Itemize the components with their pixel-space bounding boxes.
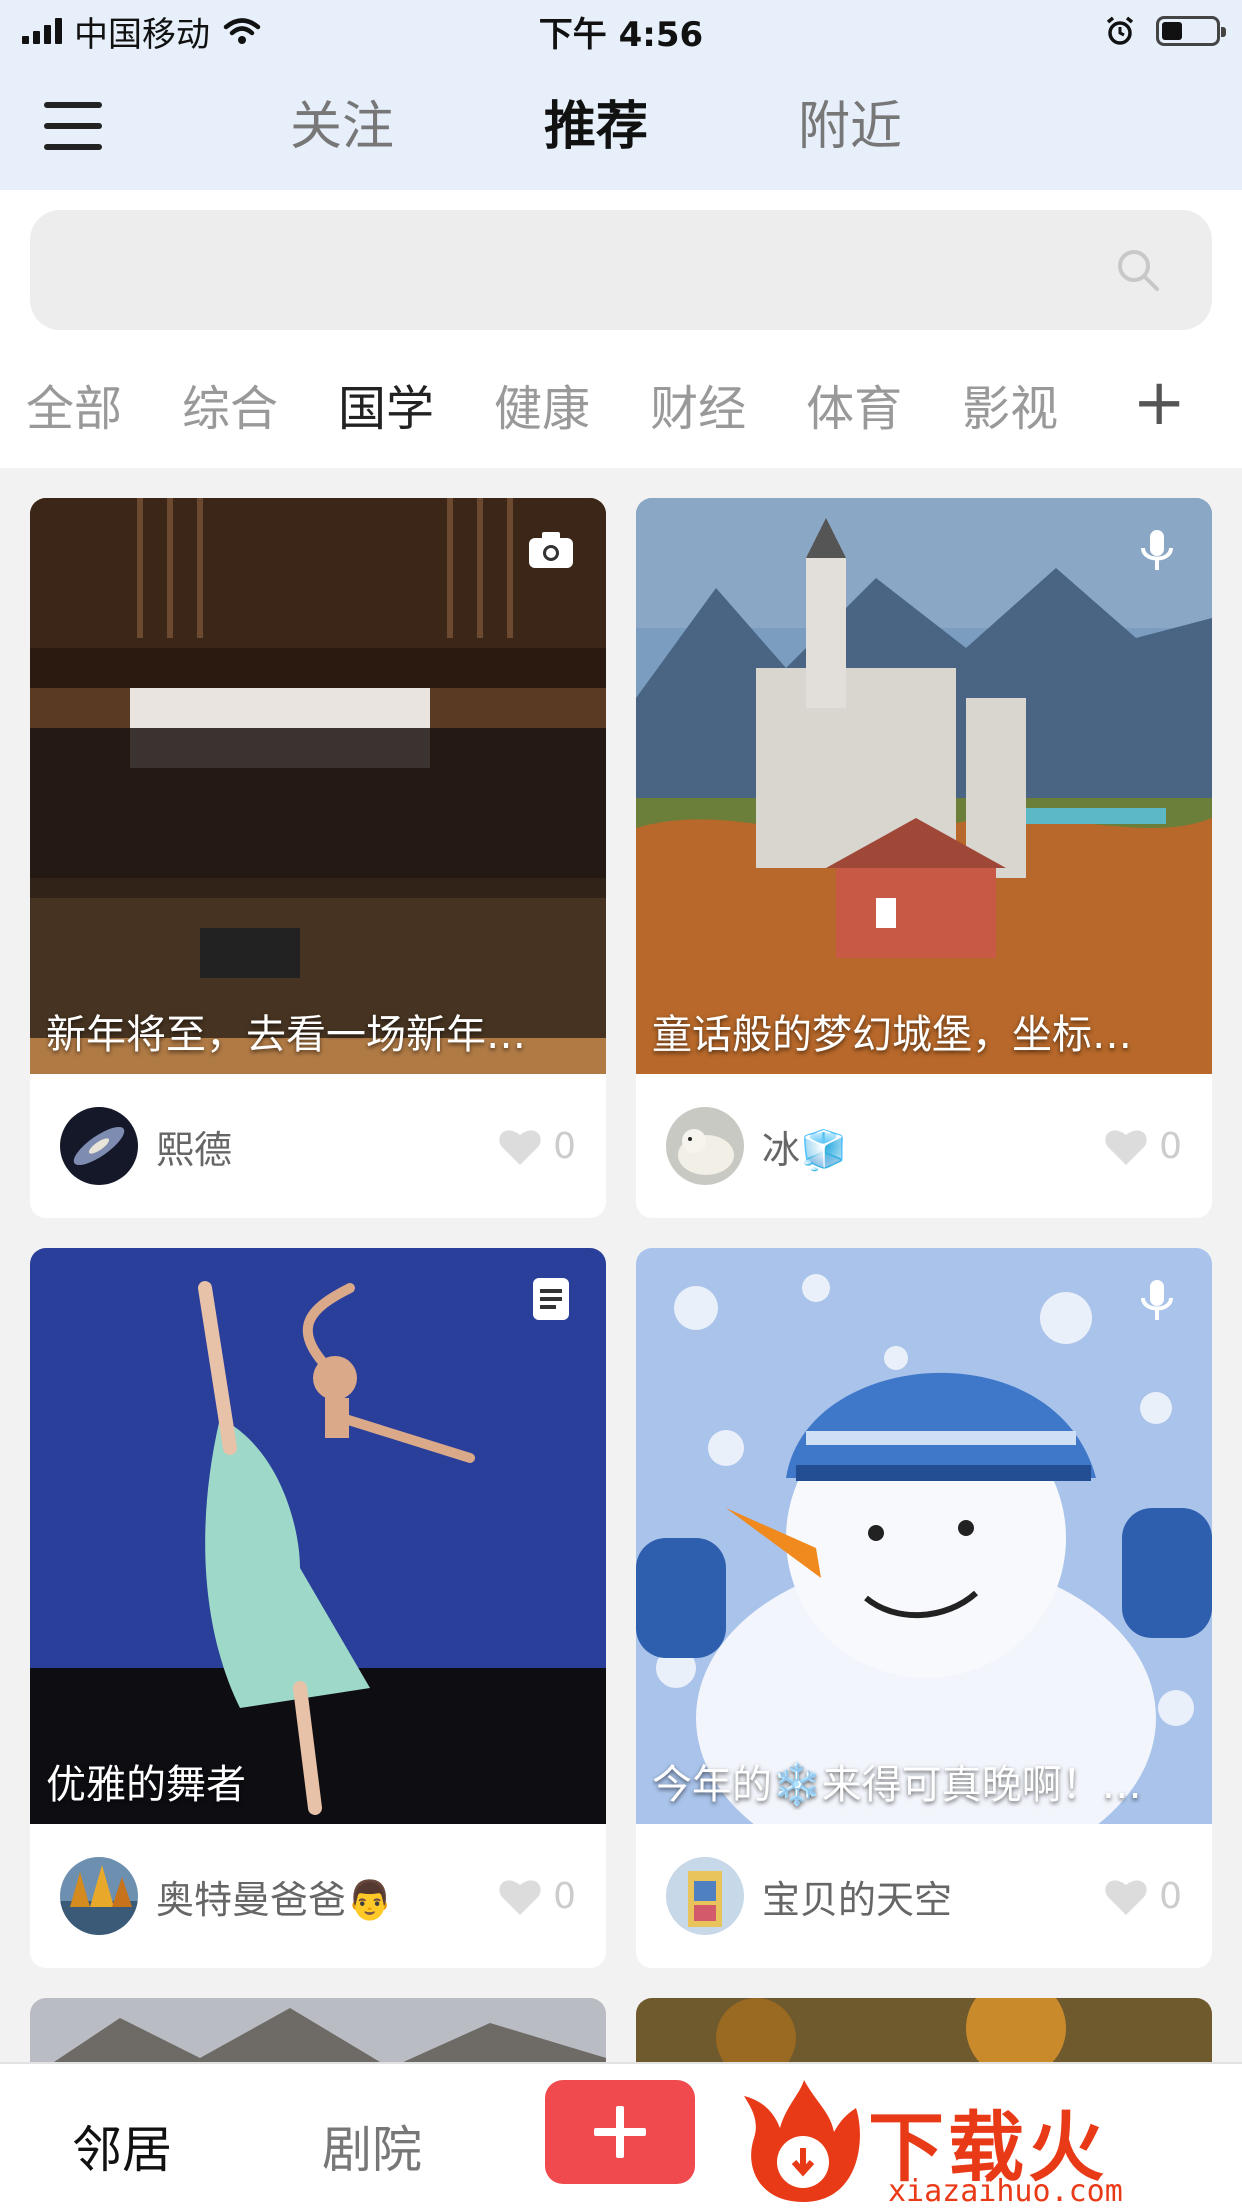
feed-card[interactable] bbox=[30, 1998, 606, 2062]
status-bar: 中国移动 下午 4:56 bbox=[0, 0, 1242, 62]
tab-recommend[interactable]: 推荐 bbox=[544, 84, 648, 159]
card-title: 今年的❄️来得可真晚啊！… bbox=[652, 1762, 1142, 1808]
like-button[interactable]: 0 bbox=[497, 1125, 576, 1167]
camera-icon bbox=[529, 532, 573, 568]
author-name[interactable]: 冰🧊 bbox=[762, 1119, 1103, 1174]
top-nav: 关注 推荐 附近 bbox=[0, 62, 1242, 190]
status-left: 中国移动 bbox=[22, 7, 442, 56]
category-general[interactable]: 综合 bbox=[182, 369, 278, 439]
card-footer: 熙德 0 bbox=[30, 1074, 606, 1218]
microphone-icon bbox=[1141, 1280, 1173, 1320]
add-category-button[interactable]: + bbox=[1132, 366, 1186, 440]
category-sports[interactable]: 体育 bbox=[806, 369, 902, 439]
category-guoxue[interactable]: 国学 bbox=[338, 369, 434, 439]
category-health[interactable]: 健康 bbox=[494, 369, 590, 439]
like-count: 0 bbox=[1159, 1875, 1182, 1917]
feed-card[interactable]: 童话般的梦幻城堡，坐标… 冰🧊 0 bbox=[636, 498, 1212, 1218]
watermark-url: xiazaihuo.com bbox=[888, 2174, 1123, 2208]
like-button[interactable]: 0 bbox=[1103, 1125, 1182, 1167]
autumn-photo bbox=[636, 1998, 1212, 2062]
tab-follow[interactable]: 关注 bbox=[290, 84, 394, 159]
tab-theater[interactable]: 剧院 bbox=[322, 2110, 422, 2182]
alarm-icon bbox=[1106, 16, 1134, 45]
like-count: 0 bbox=[553, 1125, 576, 1167]
article-icon bbox=[533, 1278, 569, 1320]
heart-icon bbox=[499, 1880, 541, 1915]
carrier-name: 中国移动 bbox=[74, 14, 210, 55]
search-icon[interactable] bbox=[1114, 246, 1162, 294]
card-image[interactable]: 新年将至，去看一场新年… bbox=[30, 498, 606, 1074]
avatar[interactable] bbox=[666, 1107, 744, 1185]
bottom-tab-bar: 邻居 剧院 下载火 xiazaihuo.com bbox=[0, 2062, 1242, 2208]
category-all[interactable]: 全部 bbox=[26, 369, 122, 439]
card-footer: 奥特曼爸爸👨 0 bbox=[30, 1824, 606, 1968]
card-title: 新年将至，去看一场新年… bbox=[46, 1012, 526, 1058]
plus-icon bbox=[594, 2106, 646, 2158]
castle-photo bbox=[636, 498, 1212, 1074]
dancer-photo bbox=[30, 1248, 606, 1824]
mountain-photo bbox=[30, 1998, 606, 2062]
category-film[interactable]: 影视 bbox=[962, 369, 1058, 439]
search-area bbox=[0, 190, 1242, 340]
category-bar: 全部 综合 国学 健康 财经 体育 影视 + bbox=[0, 340, 1242, 468]
top-tabs: 关注 推荐 附近 bbox=[290, 84, 902, 159]
author-name[interactable]: 奥特曼爸爸👨 bbox=[156, 1869, 497, 1924]
snowman-picture bbox=[636, 1248, 1212, 1824]
avatar[interactable] bbox=[60, 1107, 138, 1185]
concert-photo bbox=[30, 498, 606, 1074]
feed-card[interactable] bbox=[636, 1998, 1212, 2062]
heart-icon bbox=[1105, 1130, 1147, 1165]
feed-card[interactable]: 优雅的舞者 奥特曼爸爸👨 0 bbox=[30, 1248, 606, 1968]
card-title: 童话般的梦幻城堡，坐标… bbox=[652, 1012, 1132, 1058]
wifi-icon bbox=[223, 18, 261, 44]
feed: 新年将至，去看一场新年… 熙德 0 童话般的梦幻城堡，坐标… 冰🧊 0 优雅的舞… bbox=[0, 468, 1242, 2062]
watermark: 下载火 xiazaihuo.com bbox=[738, 2076, 1238, 2208]
card-image[interactable]: 优雅的舞者 bbox=[30, 1248, 606, 1824]
like-count: 0 bbox=[553, 1875, 576, 1917]
feed-card[interactable]: 今年的❄️来得可真晚啊！… 宝贝的天空 0 bbox=[636, 1248, 1212, 1968]
card-footer: 冰🧊 0 bbox=[636, 1074, 1212, 1218]
heart-icon bbox=[1105, 1880, 1147, 1915]
card-image[interactable]: 今年的❄️来得可真晚啊！… bbox=[636, 1248, 1212, 1824]
card-footer: 宝贝的天空 0 bbox=[636, 1824, 1212, 1968]
add-post-button[interactable] bbox=[545, 2080, 695, 2184]
status-right bbox=[800, 15, 1226, 47]
clock: 下午 4:56 bbox=[538, 14, 704, 55]
tab-neighbors[interactable]: 邻居 bbox=[72, 2110, 172, 2182]
signal-icon bbox=[22, 18, 62, 44]
author-name[interactable]: 熙德 bbox=[156, 1119, 497, 1174]
battery-icon bbox=[1156, 16, 1226, 46]
category-finance[interactable]: 财经 bbox=[650, 369, 746, 439]
menu-icon[interactable] bbox=[40, 96, 106, 156]
heart-icon bbox=[499, 1130, 541, 1165]
like-button[interactable]: 0 bbox=[497, 1875, 576, 1917]
like-button[interactable]: 0 bbox=[1103, 1875, 1182, 1917]
feed-card[interactable]: 新年将至，去看一场新年… 熙德 0 bbox=[30, 498, 606, 1218]
like-count: 0 bbox=[1159, 1125, 1182, 1167]
avatar[interactable] bbox=[60, 1857, 138, 1935]
search-input[interactable] bbox=[30, 210, 1212, 330]
tab-nearby[interactable]: 附近 bbox=[798, 84, 902, 159]
card-title: 优雅的舞者 bbox=[46, 1762, 246, 1808]
avatar[interactable] bbox=[666, 1857, 744, 1935]
card-image[interactable]: 童话般的梦幻城堡，坐标… bbox=[636, 498, 1212, 1074]
author-name[interactable]: 宝贝的天空 bbox=[762, 1869, 1103, 1924]
flame-logo-icon bbox=[744, 2080, 860, 2202]
microphone-icon bbox=[1141, 530, 1173, 570]
